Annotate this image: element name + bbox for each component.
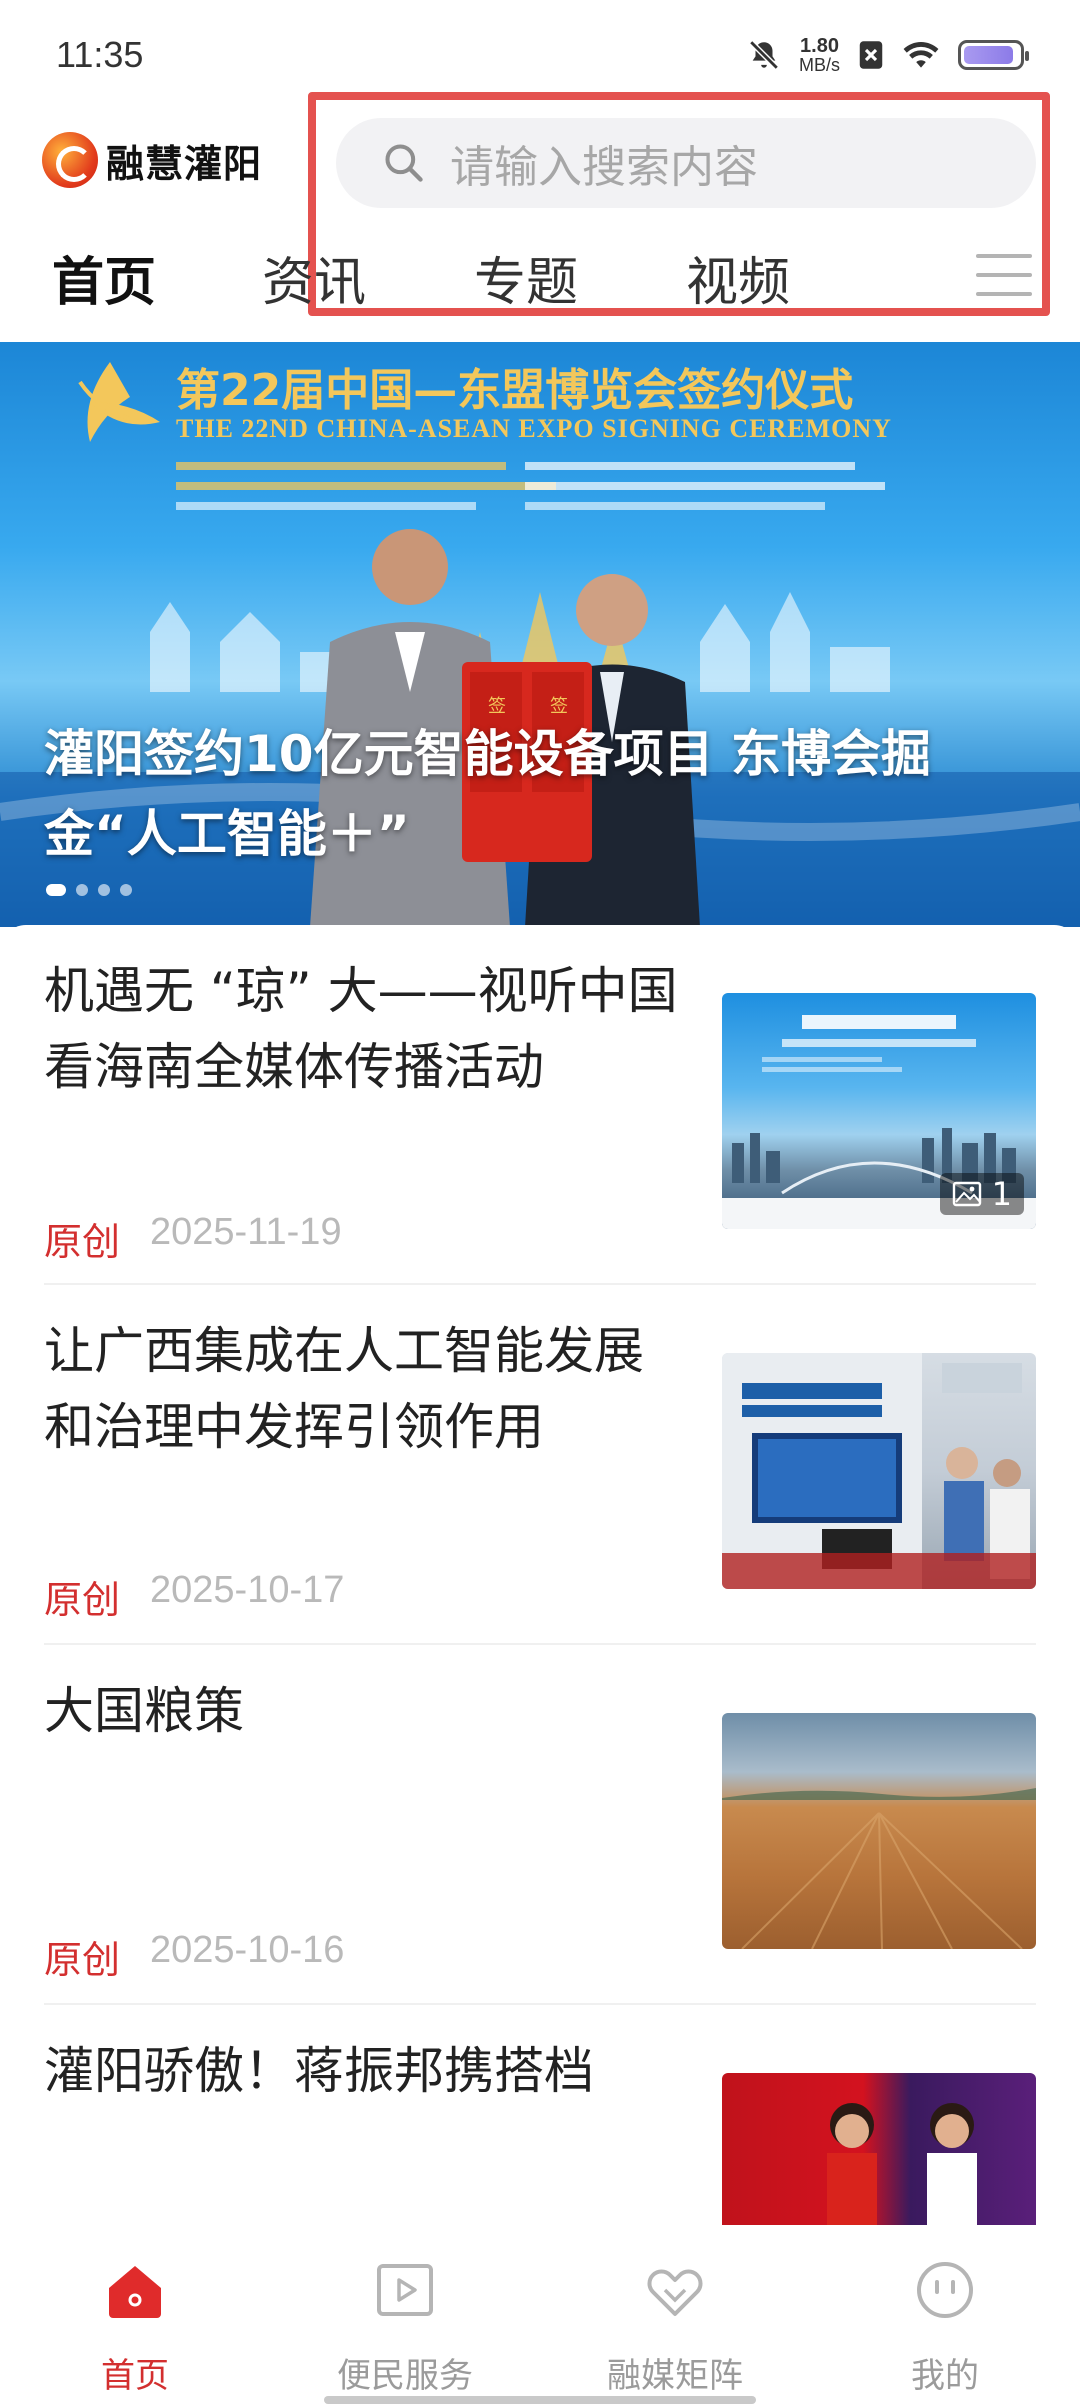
news-tag: 原创 — [44, 1938, 121, 1982]
news-item[interactable]: 灌阳骄傲！蒋振邦携搭档 — [44, 2005, 1036, 2225]
bottom-nav: 首页 便民服务 融媒矩阵 我的 — [0, 2230, 1080, 2408]
tab-home[interactable]: 首页 — [52, 240, 156, 315]
news-list: 机遇无 “琼” 大——视听中国看海南全媒体传播活动 原创 2025-11-19 — [0, 925, 1080, 2225]
app-logo: 融慧灌阳 — [42, 132, 262, 188]
logo-mark-icon — [42, 132, 98, 188]
nav-label: 便民服务 — [337, 2356, 473, 2396]
search-placeholder: 请输入搜索内容 — [450, 142, 758, 193]
wifi-icon — [903, 42, 939, 68]
net-speed-unit: MB/s — [798, 55, 840, 75]
home-icon — [109, 2266, 161, 2318]
news-tag: 原创 — [44, 1578, 121, 1622]
banner-dot — [46, 884, 66, 896]
news-meta: 原创 2025-11-19 — [44, 1211, 342, 1266]
nav-services[interactable]: 便民服务 — [270, 2230, 540, 2408]
news-meta: 原创 2025-10-16 — [44, 1929, 344, 1984]
thumbnail-image — [827, 2103, 977, 2225]
net-speed-indicator: 1.80 MB/s — [799, 36, 840, 74]
news-thumbnail — [722, 1713, 1036, 1949]
news-tag: 原创 — [44, 1220, 121, 1264]
service-play-icon — [377, 2264, 433, 2316]
image-count: 1 — [991, 1175, 1012, 1213]
news-title: 机遇无 “琼” 大——视听中国看海南全媒体传播活动 — [44, 962, 678, 1096]
image-count-badge: 1 — [939, 1173, 1024, 1215]
battery-level — [964, 46, 1013, 64]
search-icon — [385, 144, 423, 182]
news-thumbnail — [722, 2073, 1036, 2225]
nav-label: 首页 — [101, 2356, 169, 2396]
news-date: 2025-11-19 — [150, 1211, 342, 1253]
headline-banner[interactable]: 签 签 第22届中国—东盟博览会签约仪式 THE 22ND CHINA-ASEA… — [0, 342, 1080, 927]
logo-text: 融慧灌阳 — [106, 141, 263, 186]
status-bar: 11:35 1.80 MB/s — [0, 0, 1080, 110]
channel-menu-icon[interactable] — [976, 250, 1032, 300]
news-title: 大国粮策 — [44, 1682, 244, 1740]
news-meta: 原创 2025-10-17 — [44, 1569, 344, 1624]
no-sim-icon — [859, 41, 883, 69]
banner-dot — [120, 884, 132, 896]
news-item[interactable]: 让广西集成在人工智能发展和治理中发挥引领作用 原创 2025-10-17 — [44, 1285, 1036, 1645]
thumbnail-image — [722, 1788, 1036, 1949]
news-date: 2025-10-17 — [150, 1569, 345, 1611]
news-title: 让广西集成在人工智能发展和治理中发挥引领作用 — [44, 1322, 644, 1456]
banner-event-title: 第22届中国—东盟博览会签约仪式 — [176, 365, 854, 416]
nav-label: 我的 — [911, 2356, 979, 2396]
banner-dot — [76, 884, 88, 896]
nav-home[interactable]: 首页 — [0, 2230, 270, 2408]
status-icons: 1.80 MB/s — [747, 36, 1029, 74]
news-title: 灌阳骄傲！蒋振邦携搭档 — [44, 2042, 594, 2100]
tab-video[interactable]: 视频 — [686, 240, 790, 315]
matrix-heart-icon — [647, 2269, 703, 2316]
gallery-icon — [952, 1181, 981, 1207]
news-item[interactable]: 大国粮策 原创 2025-10-16 — [44, 1645, 1036, 2005]
channel-tabs: 首页 资讯 专题 视频 — [0, 240, 1080, 340]
news-item[interactable]: 机遇无 “琼” 大——视听中国看海南全媒体传播活动 原创 2025-11-19 — [44, 925, 1036, 1285]
thumbnail-image — [722, 1353, 1036, 1589]
nav-label: 融媒矩阵 — [607, 2356, 743, 2396]
nav-media-matrix[interactable]: 融媒矩阵 — [540, 2230, 810, 2408]
mute-icon — [749, 40, 779, 70]
net-speed-value: 1.80 — [800, 35, 839, 57]
banner-caption[interactable]: 灌阳签约10亿元智能设备项目 东博会掘金“人工智能＋” — [44, 714, 1044, 874]
tab-news[interactable]: 资讯 — [262, 240, 366, 315]
news-date: 2025-10-16 — [150, 1929, 345, 1971]
battery-icon — [958, 40, 1029, 70]
nav-profile[interactable]: 我的 — [810, 2230, 1080, 2408]
home-indicator-bar[interactable] — [324, 2396, 756, 2404]
smile-face-icon — [917, 2262, 973, 2318]
banner-dot — [98, 884, 110, 896]
news-thumbnail — [722, 1353, 1036, 1589]
status-time: 11:35 — [56, 34, 144, 75]
tab-topics[interactable]: 专题 — [474, 240, 578, 315]
banner-event-title-en: THE 22ND CHINA-ASEAN EXPO SIGNING CEREMO… — [176, 414, 892, 443]
search-input[interactable]: 请输入搜索内容 — [336, 118, 1036, 208]
banner-pagination — [46, 884, 132, 896]
news-thumbnail: 1 — [722, 993, 1036, 1229]
